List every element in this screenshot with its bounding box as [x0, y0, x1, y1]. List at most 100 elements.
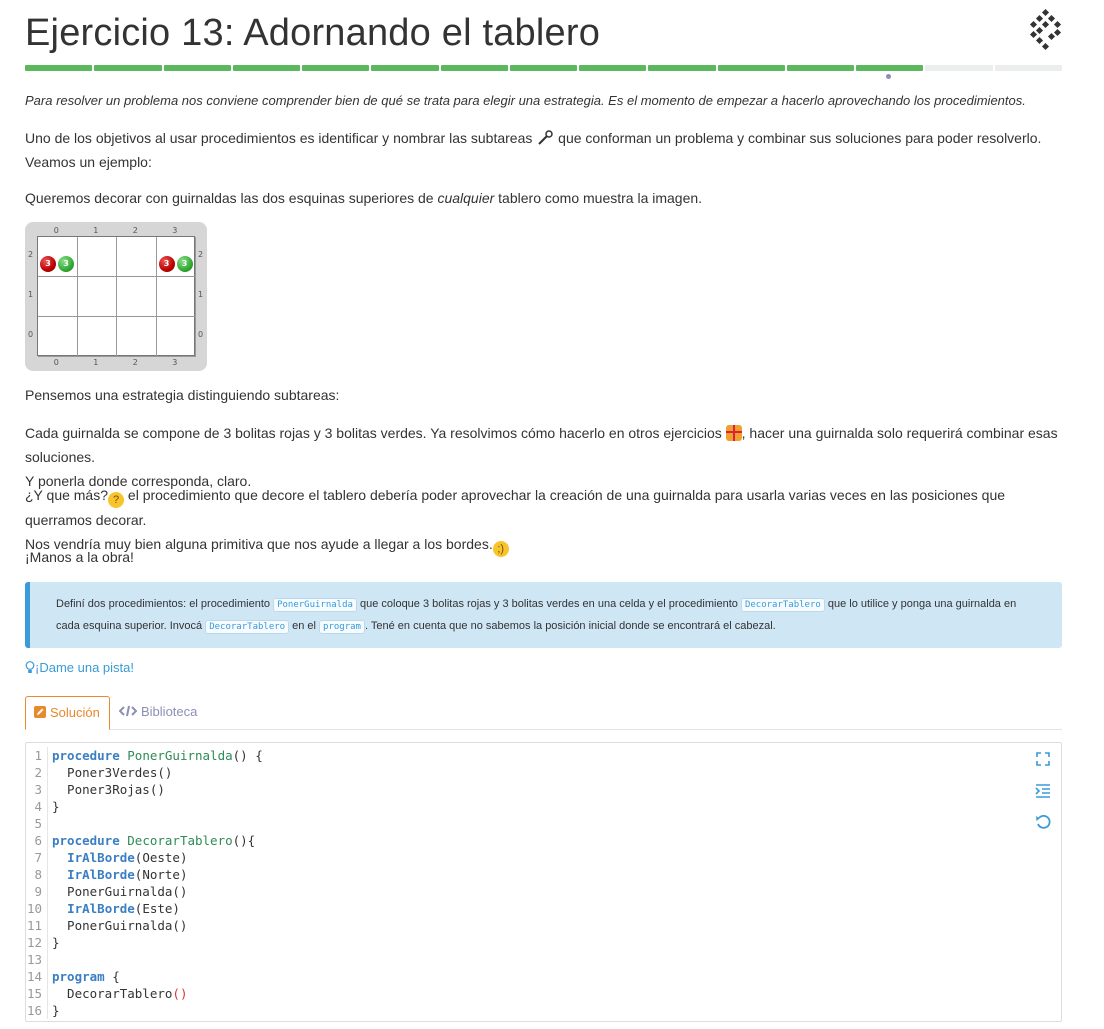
- fullscreen-icon[interactable]: [1035, 751, 1051, 767]
- code-text[interactable]: PonerGuirnalda(): [48, 883, 187, 900]
- line-number: 9: [26, 883, 48, 900]
- row-label: 1: [28, 290, 34, 299]
- code-text[interactable]: Poner3Rojas(): [48, 781, 165, 798]
- code-line[interactable]: 1 procedure PonerGuirnalda() {: [26, 747, 263, 764]
- paragraph-subtasks-text-a: Uno de los objetivos al usar procedimien…: [25, 130, 537, 146]
- page-title: Ejercicio 13: Adornando el tablero: [25, 12, 601, 54]
- exercise-instructions: Definí dos procedimientos: el procedimie…: [25, 582, 1062, 648]
- code-line[interactable]: 8 IrAlBorde(Norte): [26, 866, 263, 883]
- code-text[interactable]: [48, 951, 52, 968]
- code-text[interactable]: }: [48, 1002, 60, 1019]
- hint-link[interactable]: ¡Dame una pista!: [25, 658, 134, 678]
- code-line[interactable]: 2 Poner3Verdes(): [26, 764, 263, 781]
- code-token: () {: [232, 748, 263, 763]
- exercise-progress-bar[interactable]: [25, 65, 1062, 71]
- board-cell: [156, 277, 196, 317]
- code-line[interactable]: 13: [26, 951, 263, 968]
- code-text[interactable]: IrAlBorde(Norte): [48, 866, 187, 883]
- code-token: DecorarTablero: [127, 833, 233, 848]
- progress-segment[interactable]: [371, 65, 439, 71]
- code-line[interactable]: 14 program {: [26, 968, 263, 985]
- current-exercise-marker: [886, 74, 891, 79]
- code-line[interactable]: 16}: [26, 1002, 263, 1019]
- code-text[interactable]: Poner3Verdes(): [48, 764, 172, 781]
- board-cell: [77, 317, 117, 357]
- paragraph-garland-text-a: Cada guirnalda se compone de 3 bolitas r…: [25, 425, 726, 441]
- tab-library-label: Biblioteca: [141, 704, 198, 719]
- progress-segment[interactable]: [302, 65, 370, 71]
- paragraph-subtasks: Uno de los objetivos al usar procedimien…: [25, 126, 1062, 174]
- reset-icon[interactable]: [1035, 814, 1051, 830]
- progress-segment[interactable]: [856, 65, 924, 71]
- code-line[interactable]: 9 PonerGuirnalda(): [26, 883, 263, 900]
- code-lines[interactable]: 1 procedure PonerGuirnalda() {2 Poner3Ver…: [26, 747, 263, 1019]
- code-line[interactable]: 10 IrAlBorde(Este): [26, 900, 263, 917]
- intro-text: Para resolver un problema nos conviene c…: [25, 93, 1026, 108]
- code-text[interactable]: IrAlBorde(Este): [48, 900, 180, 917]
- progress-segment[interactable]: [648, 65, 716, 71]
- tab-library[interactable]: Biblioteca: [111, 696, 205, 730]
- code-token: }: [52, 1003, 60, 1018]
- code-text[interactable]: IrAlBorde(Oeste): [48, 849, 187, 866]
- code-text[interactable]: }: [48, 798, 60, 815]
- instructions-text-b: que coloque 3 bolitas rojas y 3 bolitas …: [356, 598, 741, 610]
- hint-label[interactable]: ¡Dame una pista!: [35, 660, 134, 675]
- progress-segment[interactable]: [786, 65, 855, 71]
- code-line[interactable]: 5: [26, 815, 263, 832]
- code-text[interactable]: }: [48, 934, 60, 951]
- code-token: IrAlBorde: [67, 867, 135, 882]
- progress-segment[interactable]: [440, 65, 508, 71]
- code-icon: [119, 705, 137, 717]
- progress-segment[interactable]: [509, 65, 578, 71]
- indent-icon[interactable]: [1035, 783, 1051, 799]
- progress-segment[interactable]: [994, 65, 1062, 71]
- progress-segment[interactable]: [232, 65, 301, 71]
- progress-segment[interactable]: [163, 65, 231, 71]
- tab-solution[interactable]: Solución: [25, 696, 110, 730]
- paragraph-goal: Queremos decorar con guirnaldas las dos …: [25, 186, 1062, 210]
- code-line[interactable]: 4}: [26, 798, 263, 815]
- paragraph-more-text-a: ¿Y que más?: [25, 487, 109, 503]
- progress-segment[interactable]: [579, 65, 647, 71]
- instructions-text-d: en el: [289, 620, 320, 632]
- code-line[interactable]: 15 DecorarTablero(): [26, 985, 263, 1002]
- code-text[interactable]: program {: [48, 968, 120, 985]
- code-token: Poner3Rojas(): [52, 782, 165, 797]
- code-line[interactable]: 12}: [26, 934, 263, 951]
- code-editor[interactable]: 1 procedure PonerGuirnalda() {2 Poner3Ver…: [25, 742, 1062, 1022]
- code-token: {: [104, 969, 120, 984]
- green-ball: 3: [176, 256, 193, 272]
- code-text[interactable]: PonerGuirnalda(): [48, 917, 187, 934]
- line-number: 7: [26, 849, 48, 866]
- code-text[interactable]: [48, 815, 52, 832]
- code-text[interactable]: DecorarTablero(): [48, 985, 187, 1002]
- line-number: 10: [26, 900, 48, 917]
- code-line[interactable]: 11 PonerGuirnalda(): [26, 917, 263, 934]
- board-cell: [77, 277, 117, 317]
- progress-segment[interactable]: [925, 65, 993, 71]
- code-line[interactable]: 7 IrAlBorde(Oeste): [26, 849, 263, 866]
- red-ball: 3: [40, 256, 56, 272]
- red-ball: 3: [158, 256, 175, 272]
- column-label: 0: [53, 226, 59, 235]
- gobstones-board: 3333 00112233221100: [25, 222, 207, 371]
- progress-segment[interactable]: [94, 65, 162, 71]
- line-number: 13: [26, 951, 48, 968]
- code-line[interactable]: 3 Poner3Rojas(): [26, 781, 263, 798]
- code-text[interactable]: procedure DecorarTablero(){: [48, 832, 255, 849]
- progress-segment[interactable]: [717, 65, 785, 71]
- code-token: }: [52, 935, 60, 950]
- board-cell: [77, 237, 117, 277]
- thinking-face-icon: ?: [108, 492, 125, 508]
- column-label: 0: [53, 358, 59, 367]
- code-poner-guirnalda: PonerGuirnalda: [273, 598, 357, 612]
- code-token: program: [52, 969, 105, 984]
- code-decorar-tablero-2: DecorarTablero: [205, 620, 290, 634]
- code-line[interactable]: 6 procedure DecorarTablero(){: [26, 832, 263, 849]
- column-label: 2: [132, 226, 138, 235]
- mumuki-logo-icon[interactable]: [1028, 8, 1064, 52]
- progress-segment[interactable]: [25, 65, 93, 71]
- code-text[interactable]: procedure PonerGuirnalda() {: [48, 747, 263, 764]
